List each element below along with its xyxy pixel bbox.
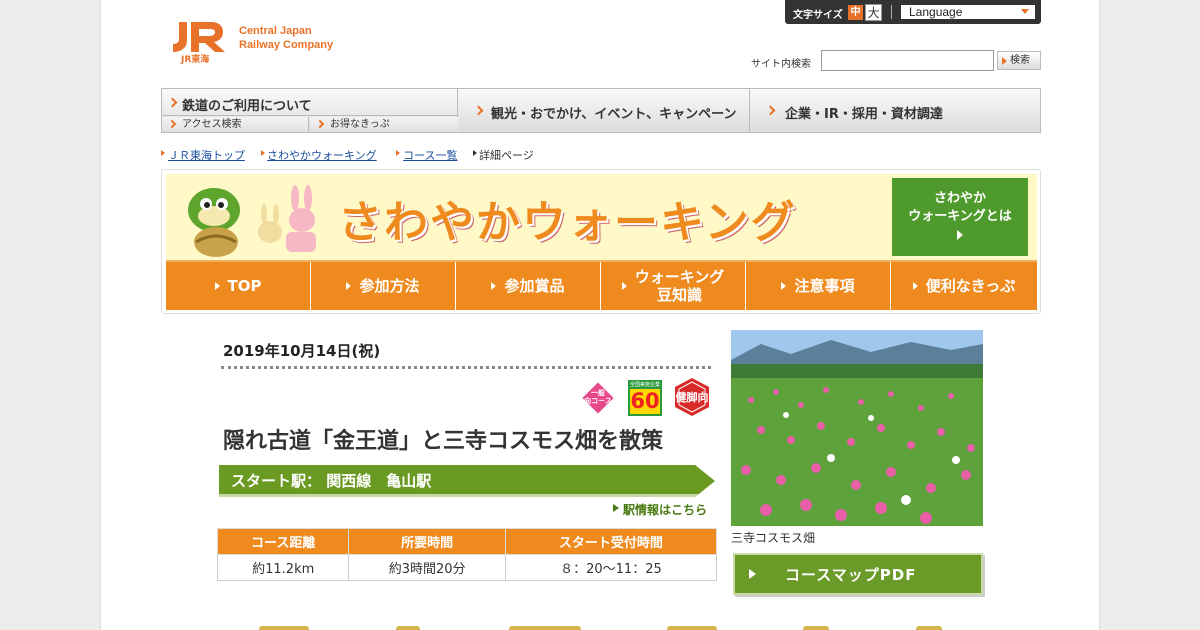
jr-central-logo[interactable]: JR東海 Central Japan Railway Company: [167, 18, 357, 65]
value-duration: 約3時間20分: [348, 554, 506, 581]
logo-sub-text: JR東海: [181, 55, 210, 65]
footer-item: [259, 626, 309, 630]
nav-tickets[interactable]: お得なきっぷ: [310, 117, 458, 132]
nav-access-label: アクセス検索: [182, 119, 242, 130]
nav-tourism[interactable]: 観光・おでかけ、イベント、キャンペーン: [459, 89, 750, 132]
arrow-right-icon: [214, 282, 220, 290]
logo-company-name: Central Japan Railway Company: [239, 25, 334, 51]
value-distance: 約11.2km: [216, 554, 350, 581]
search-input[interactable]: [821, 50, 994, 71]
font-size-large-button[interactable]: 大: [865, 4, 882, 21]
breadcrumb-current: 詳細ページ: [479, 149, 534, 162]
badge-label: 健脚向: [675, 391, 709, 404]
footer-item: [916, 626, 942, 630]
search-label: サイト内検索: [751, 59, 811, 70]
breadcrumb-link-top[interactable]: ＪＲ東海トップ: [168, 147, 245, 163]
tab-how-to-join[interactable]: 参加方法: [311, 262, 456, 310]
nav-access[interactable]: アクセス検索: [162, 117, 309, 132]
nav-tickets-label: お得なきっぷ: [330, 119, 390, 130]
about-walking-button[interactable]: さわやか ウォーキングとは: [892, 178, 1028, 256]
general-course-badge: 一般 向コース: [581, 381, 615, 415]
tab-label: 便利なきっぷ: [925, 277, 1016, 295]
walking-tabs: TOP 参加方法 参加賞品 ウォーキング 豆知識 注意事項 便利なきっぷ: [166, 260, 1037, 310]
tab-walking-tips[interactable]: ウォーキング 豆知識: [601, 262, 746, 310]
utility-bar: 文字サイズ 中 大 Language: [785, 0, 1041, 24]
tab-prizes[interactable]: 参加賞品: [456, 262, 601, 310]
nav-rail-label: 鉄道のご利用について: [182, 99, 312, 114]
tab-label: 注意事項: [794, 277, 855, 295]
course-title: 隠れ古道「金王道」と三寺コスモス畑を散策: [223, 429, 664, 454]
arrow-right-icon: [167, 97, 178, 108]
arrow-right-icon: [161, 150, 165, 156]
badge-number: 60: [630, 389, 660, 413]
arrow-right-icon: [473, 150, 477, 156]
footer-item: [803, 626, 829, 630]
value-start-time: ８：20～11：25: [504, 554, 718, 581]
arrow-right-icon: [167, 119, 177, 129]
table-row: 約11.2km 約3時間20分 ８：20～11：25: [216, 554, 718, 581]
footer-item: [509, 626, 581, 630]
divider: [221, 366, 711, 369]
arrow-right-icon: [749, 569, 756, 579]
global-nav: 鉄道のご利用について アクセス検索 お得なきっぷ 観光・おでかけ、イベント、キャ…: [161, 88, 1041, 133]
arrow-right-icon: [473, 105, 484, 116]
badge-label: 一般 向コース: [584, 389, 612, 405]
course-date: 2019年10月14日(祝): [223, 342, 381, 360]
header-duration: 所要時間: [348, 528, 506, 555]
badge-label: 全国実施企業: [630, 382, 661, 389]
cosmos-field-photo: [731, 330, 983, 526]
nav-rail[interactable]: 鉄道のご利用について: [162, 89, 458, 116]
header-distance: コース距離: [216, 528, 350, 555]
tab-label: 参加方法: [359, 277, 420, 295]
course-map-pdf-button[interactable]: コースマップPDF: [733, 553, 983, 595]
nav-tourism-label: 観光・おでかけ、イベント、キャンペーン: [491, 107, 737, 122]
tab-notes[interactable]: 注意事項: [746, 262, 891, 310]
arrow-right-icon: [957, 230, 963, 240]
language-select[interactable]: Language: [901, 5, 1035, 19]
arrow-right-icon: [621, 282, 627, 290]
table-header-row: コース距離 所要時間 スタート受付時間: [216, 528, 718, 555]
arrow-right-icon: [346, 282, 352, 290]
breadcrumb-link-course-list[interactable]: コース一覧: [403, 147, 457, 163]
chevron-down-icon: [1021, 9, 1029, 14]
arrow-right-icon: [765, 105, 776, 116]
tab-label: TOP: [227, 277, 262, 295]
font-size-medium-button[interactable]: 中: [848, 5, 863, 20]
station-info-link[interactable]: 駅情報はこちら: [613, 501, 707, 518]
breadcrumb-link-walking[interactable]: さわやかウォーキング: [267, 147, 377, 163]
advanced-course-badge: 健脚向: [674, 377, 710, 417]
arrow-right-icon: [491, 282, 497, 290]
arrow-right-icon: [315, 119, 325, 129]
pdf-button-label: コースマップPDF: [785, 566, 917, 584]
tab-label: ウォーキング 豆知識: [634, 268, 725, 304]
anniversary-60-badge: 全国実施企業 60: [628, 380, 662, 416]
footer-item: [396, 626, 420, 630]
nav-rail-group: 鉄道のご利用について アクセス検索 お得なきっぷ: [162, 89, 458, 132]
mascot-illustration: [188, 185, 316, 257]
search-button[interactable]: 検索: [997, 51, 1041, 70]
tab-top[interactable]: TOP: [166, 262, 311, 310]
start-station-bar: スタート駅： 関西線 亀山駅: [219, 465, 715, 497]
font-size-label: 文字サイズ: [793, 10, 843, 21]
divider: [891, 5, 892, 19]
footer-item: [667, 626, 717, 630]
course-info-table: コース距離 所要時間 スタート受付時間 約11.2km 約3時間20分 ８：20…: [216, 528, 718, 581]
tab-tickets[interactable]: 便利なきっぷ: [891, 262, 1037, 310]
page: JR東海 Central Japan Railway Company 文字サイズ…: [100, 0, 1100, 630]
arrow-right-icon: [912, 282, 918, 290]
arrow-right-icon: [261, 150, 265, 156]
tab-label: 参加賞品: [504, 277, 565, 295]
arrow-right-icon: [396, 150, 400, 156]
arrow-right-icon: [781, 282, 787, 290]
header-start-time: スタート受付時間: [504, 528, 718, 555]
walking-banner: さわやかウォーキング さわやか ウォーキングとは TOP 参加方法 参加賞品 ウ…: [161, 169, 1041, 314]
nav-corporate[interactable]: 企業・IR・採用・資材調達: [751, 89, 1041, 132]
banner-header: さわやかウォーキング さわやか ウォーキングとは: [166, 174, 1037, 260]
nav-corporate-label: 企業・IR・採用・資材調達: [785, 107, 943, 122]
photo-caption: 三寺コスモス畑: [731, 531, 816, 545]
language-label: Language: [909, 5, 963, 19]
banner-title: さわやかウォーキング: [338, 197, 797, 248]
